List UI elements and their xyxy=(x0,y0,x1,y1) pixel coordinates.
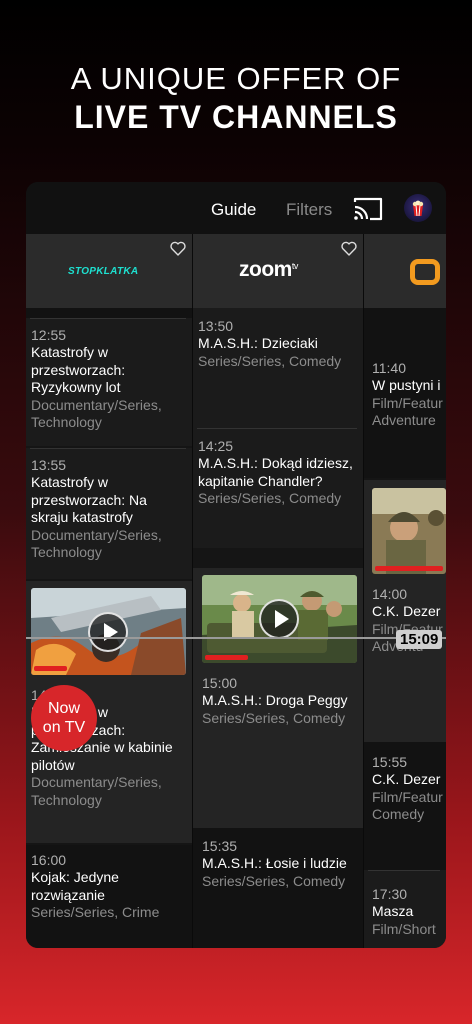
logo-sup: tv xyxy=(291,261,299,271)
now-line xyxy=(26,637,446,639)
program-title: Masza xyxy=(372,903,414,919)
program-genre: Documentary/Series, Technology xyxy=(31,526,162,561)
program-genre: Documentary/Series, Technology xyxy=(31,396,162,431)
program-card[interactable]: 13:55 Katastrofy w przestworzach: Na skr… xyxy=(26,448,192,579)
progress-bar xyxy=(375,566,443,571)
separator xyxy=(30,318,186,319)
channel-header[interactable]: zoomtv xyxy=(193,234,363,308)
play-icon[interactable] xyxy=(88,612,128,652)
program-time: 14:25 xyxy=(198,438,234,454)
logo-text: zoom xyxy=(239,258,292,281)
headline-line-2: LIVE TV CHANNELS xyxy=(74,99,398,135)
now-on-tv-label-1: Now xyxy=(47,700,80,717)
channel-header[interactable]: STOPKLATKA xyxy=(26,234,192,308)
program-card[interactable]: 15:35 M.A.S.H.: Łosie i ludzie Series/Se… xyxy=(193,828,363,948)
separator xyxy=(30,448,186,449)
top-bar: Guide Filters xyxy=(26,182,446,234)
program-time: 17:30 xyxy=(372,886,408,902)
program-thumbnail[interactable] xyxy=(372,488,446,574)
now-time-badge: 15:09 xyxy=(396,630,443,649)
program-genre: Film/Short xyxy=(372,920,436,937)
program-card[interactable]: 13:50 M.A.S.H.: Dzieciaki Series/Series,… xyxy=(193,308,363,428)
program-title: M.A.S.H.: Dokąd idziesz, kapitanie Chand… xyxy=(198,455,353,489)
program-genre: Film/Featur xyxy=(372,394,443,411)
program-time: 15:00 xyxy=(202,675,238,691)
program-time: 15:55 xyxy=(372,754,408,770)
program-genre-2: Comedy xyxy=(372,806,425,822)
program-card-live[interactable]: 15:00 M.A.S.H.: Droga Peggy Series/Serie… xyxy=(193,568,363,828)
program-genre: Series/Series, Crime xyxy=(31,904,160,920)
program-genre: Series/Series, Comedy xyxy=(198,352,342,369)
program-thumbnail[interactable] xyxy=(31,588,186,675)
program-title: Katastrofy w przestworzach: Ryzykowny lo… xyxy=(31,344,126,395)
now-on-tv-button[interactable]: Now on TV xyxy=(31,685,97,751)
channel-column-3: 11:40 W pustyni i Film/Featur Adventure xyxy=(364,234,446,948)
program-thumbnail[interactable] xyxy=(202,575,357,663)
program-title: M.A.S.H.: Droga Peggy xyxy=(202,692,348,708)
play-icon[interactable] xyxy=(259,599,299,639)
separator xyxy=(368,870,440,871)
program-time: 11:40 xyxy=(372,360,406,376)
program-time: 13:55 xyxy=(31,457,67,473)
program-genre: Series/Series, Comedy xyxy=(198,490,342,506)
program-title: C.K. Dezer xyxy=(372,771,441,787)
program-time: 12:55 xyxy=(31,327,67,343)
profile-avatar-icon[interactable] xyxy=(404,194,432,222)
program-card[interactable]: 15:55 C.K. Dezer Film/Featur Comedy xyxy=(364,742,446,870)
channel-logo-stopklatka: STOPKLATKA xyxy=(68,266,139,277)
program-time: 16:00 xyxy=(31,852,67,868)
channel-header[interactable] xyxy=(364,234,446,308)
program-title: Kojak: Jedyne rozwiązanie xyxy=(31,869,119,903)
channel-logo-ring xyxy=(410,259,440,285)
program-card[interactable]: 14:25 M.A.S.H.: Dokąd idziesz, kapitanie… xyxy=(193,428,363,548)
program-title: W pustyni i xyxy=(372,377,441,393)
now-on-tv-label-2: on TV xyxy=(42,719,86,736)
channel-logo-zoomtv: zoomtv xyxy=(239,258,298,282)
program-time: 14:00 xyxy=(372,586,408,602)
program-genre: Documentary/Series, Technology xyxy=(31,774,162,808)
program-card[interactable]: 17:30 Masza Film/Short xyxy=(364,870,446,948)
program-title: C.K. Dezer xyxy=(372,603,441,619)
app-screen: Guide Filters STOPKLATKA 12:55 Katastrof… xyxy=(26,182,446,948)
channel-column-zoomtv: zoomtv 13:50 M.A.S.H.: Dzieciaki Series/… xyxy=(193,234,363,948)
cast-icon[interactable] xyxy=(352,196,384,222)
program-card[interactable]: 11:40 W pustyni i Film/Featur Adventure xyxy=(364,308,446,478)
progress-bar xyxy=(34,666,67,671)
program-genre-2: Adventure xyxy=(372,412,436,428)
channel-column-stopklatka: STOPKLATKA 12:55 Katastrofy w przestworz… xyxy=(26,234,192,948)
program-genre: Series/Series, Comedy xyxy=(202,872,346,889)
program-genre: Series/Series, Comedy xyxy=(202,709,346,726)
heart-icon[interactable] xyxy=(170,241,186,256)
heart-icon[interactable] xyxy=(341,241,357,256)
program-title: M.A.S.H.: Dzieciaki xyxy=(198,335,318,351)
program-title: M.A.S.H.: Łosie i ludzie xyxy=(202,855,347,871)
spacer xyxy=(26,308,192,318)
program-genre: Film/Featur xyxy=(372,788,443,805)
tab-guide[interactable]: Guide xyxy=(211,200,256,220)
headline-line-1: A UNIQUE OFFER OF xyxy=(70,61,402,96)
program-card[interactable]: 12:55 Katastrofy w przestworzach: Ryzyko… xyxy=(26,318,192,446)
program-card-live[interactable]: 14:00 C.K. Dezer Film/Featur Adventu xyxy=(364,480,446,742)
program-time: 15:35 xyxy=(202,838,238,854)
program-title: Katastrofy w przestworzach: Na skraju ka… xyxy=(31,474,147,525)
progress-bar xyxy=(205,655,248,660)
separator xyxy=(197,428,357,429)
program-time: 13:50 xyxy=(198,318,234,334)
program-card[interactable]: 16:00 Kojak: Jedyne rozwiązanie Series/S… xyxy=(26,845,192,948)
tab-filters[interactable]: Filters xyxy=(286,200,332,220)
